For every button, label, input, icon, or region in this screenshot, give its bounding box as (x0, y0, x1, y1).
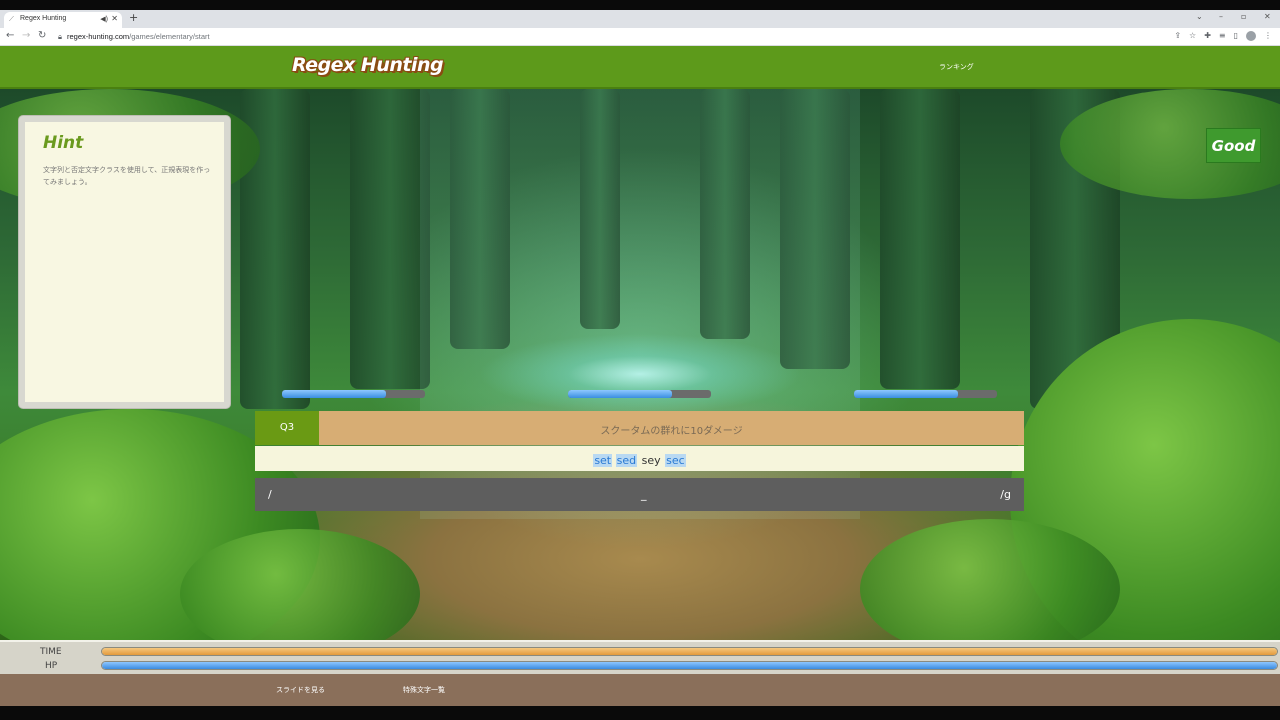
regex-flag-delimiter: /g (1000, 488, 1011, 501)
hp-label: HP (45, 661, 58, 671)
player-hp-bar (101, 661, 1278, 670)
hint-title: Hint (43, 133, 84, 153)
hint-panel: Hint 文字列と否定文字クラスを使用して、正規表現を作ってみましょう。 (19, 116, 230, 408)
site-logo[interactable]: Regex Hunting (292, 54, 444, 76)
reload-icon[interactable]: ↻ (38, 30, 46, 41)
target-word: sey (641, 454, 661, 467)
monster-hp-bar (568, 390, 711, 398)
time-fill (102, 648, 1277, 655)
result-badge: Good (1206, 128, 1261, 163)
monster-hp-bar (854, 390, 997, 398)
status-panel: TIME HP (0, 640, 1280, 674)
favicon-icon: ⟋ (9, 16, 14, 23)
input-caret: _ (641, 488, 647, 501)
close-tab-icon[interactable]: ✕ (111, 14, 118, 23)
new-tab-icon[interactable]: + (129, 11, 138, 24)
monster-hp-bar (282, 390, 425, 398)
side-panel-icon[interactable]: ▯ (1234, 31, 1238, 41)
monster-hp-fill (568, 390, 673, 398)
question-number: Q3 (255, 411, 319, 445)
regex-open-delimiter: / (268, 488, 272, 501)
footer-nav: スライドを見る 特殊文字一覧 (0, 674, 1280, 706)
minimize-icon[interactable]: – (1219, 12, 1223, 21)
bottom-letterbox (0, 706, 1280, 720)
browser-tab-strip: ⟋ Regex Hunting ◀) ✕ + ⌄ – ▫ ✕ (0, 10, 1280, 28)
question-description: スクータムの群れに10ダメージ (600, 426, 743, 437)
close-window-icon[interactable]: ✕ (1264, 12, 1271, 21)
slides-link[interactable]: スライドを見る (276, 685, 325, 695)
time-bar (101, 647, 1278, 656)
speaker-icon[interactable]: ◀) (100, 15, 108, 23)
url-path: /games/elementary/start (129, 32, 210, 41)
url-host: regex-hunting.com (67, 32, 130, 41)
player-hp-fill (102, 662, 1277, 669)
tab-search-icon[interactable]: ⌄ (1196, 12, 1203, 21)
target-word: sed (615, 454, 638, 467)
hint-text: 文字列と否定文字クラスを使用して、正規表現を作ってみましょう。 (43, 166, 211, 186)
url-field[interactable]: 🔒︎ regex-hunting.com/games/elementary/sta… (58, 30, 1158, 44)
target-word: sec (665, 454, 686, 467)
target-word: set (593, 454, 613, 467)
back-icon[interactable]: ← (6, 30, 14, 41)
forward-icon[interactable]: → (22, 30, 30, 41)
profile-avatar[interactable] (1246, 31, 1256, 41)
top-letterbox (0, 0, 1280, 10)
address-bar: ← → ↻ 🔒︎ regex-hunting.com/games/elementa… (0, 28, 1280, 46)
media-icon[interactable]: ≡ (1219, 31, 1226, 41)
special-chars-link[interactable]: 特殊文字一覧 (403, 685, 445, 695)
ranking-link[interactable]: ランキング (939, 62, 974, 72)
tree-trunk (880, 89, 960, 389)
extensions-icon[interactable]: ✚ (1204, 31, 1211, 41)
bookmark-star-icon[interactable]: ☆ (1189, 31, 1196, 41)
regex-input[interactable]: / _ /g (255, 478, 1024, 511)
tree-trunk (350, 89, 430, 389)
question-row: Q3 スクータムの群れに10ダメージ (255, 411, 1024, 445)
time-label: TIME (40, 647, 62, 657)
tab-title: Regex Hunting (20, 15, 67, 22)
share-icon[interactable]: ⇪ (1174, 31, 1181, 41)
browser-tab[interactable]: ⟋ Regex Hunting ◀) ✕ (4, 12, 122, 28)
monster-hp-fill (282, 390, 387, 398)
lock-icon: 🔒︎ (58, 32, 62, 41)
site-header: Regex Hunting ランキング (0, 46, 1280, 89)
monster-hp-fill (854, 390, 959, 398)
target-string: set sed sey sec (255, 446, 1024, 471)
restore-icon[interactable]: ▫ (1241, 12, 1246, 21)
menu-kebab-icon[interactable]: ⋮ (1264, 31, 1272, 41)
